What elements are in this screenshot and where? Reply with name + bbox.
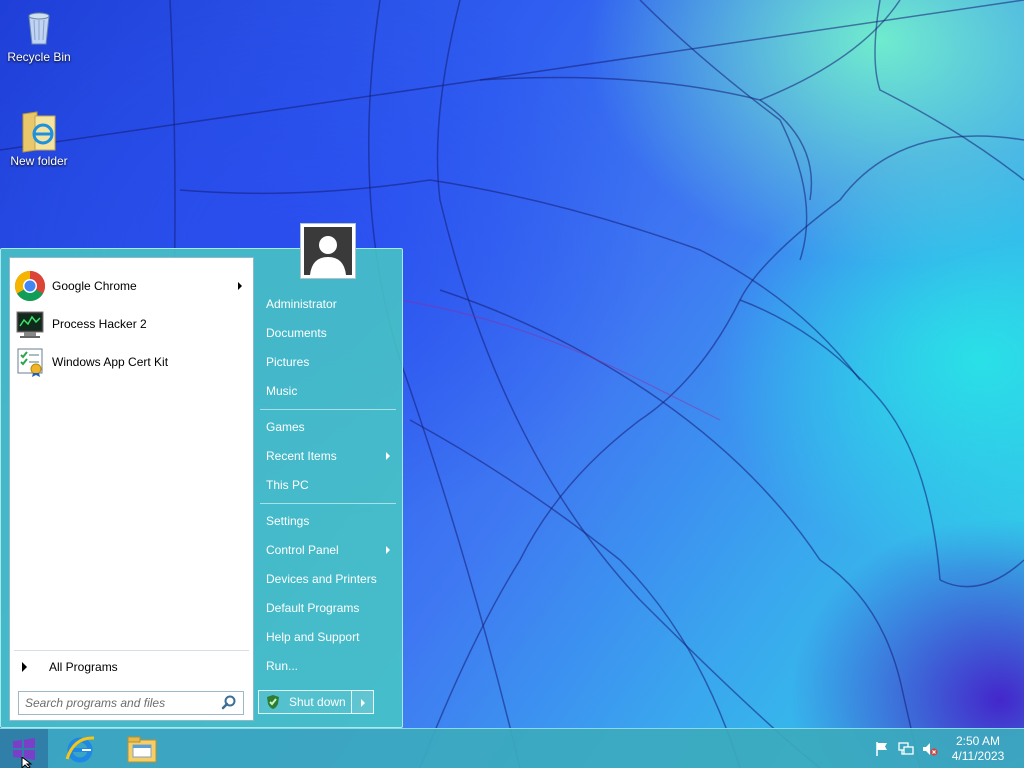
start-item-pictures[interactable]: Pictures — [266, 352, 396, 372]
clock-date: 4/11/2023 — [951, 749, 1005, 763]
start-item-label: Control Panel — [266, 543, 339, 557]
start-item-recent-items[interactable]: Recent Items — [266, 446, 396, 466]
submenu-arrow-icon — [386, 452, 390, 460]
shutdown-options-button[interactable] — [351, 690, 374, 714]
start-item-run[interactable]: Run... — [266, 656, 396, 676]
start-item-this-pc[interactable]: This PC — [266, 475, 396, 495]
program-windows-app-cert-kit[interactable]: Windows App Cert Kit — [14, 345, 250, 379]
submenu-arrow-icon — [386, 546, 390, 554]
all-programs-label: All Programs — [49, 660, 118, 674]
clock-time: 2:50 AM — [955, 734, 1001, 748]
divider — [14, 650, 249, 651]
process-hacker-icon — [14, 308, 46, 340]
search-input[interactable] — [19, 693, 219, 713]
divider — [260, 409, 396, 410]
desktop-icon-new-folder[interactable]: New folder — [1, 110, 77, 168]
user-avatar-icon — [304, 227, 352, 275]
taskbar-internet-explorer[interactable] — [54, 731, 110, 767]
start-item-label: Default Programs — [266, 601, 360, 615]
shield-icon — [265, 694, 281, 710]
start-item-label: Devices and Printers — [266, 572, 377, 586]
taskbar-clock[interactable]: 2:50 AM 4/11/2023 — [948, 734, 1008, 764]
submenu-arrow-icon — [238, 282, 242, 290]
desktop-icon-label: Recycle Bin — [7, 50, 71, 64]
program-label: Google Chrome — [52, 279, 137, 293]
shutdown-label: Shut down — [289, 695, 346, 709]
start-item-help-and-support[interactable]: Help and Support — [266, 627, 396, 647]
start-item-label: Run... — [266, 659, 299, 673]
desktop-icon-recycle-bin[interactable]: Recycle Bin — [1, 6, 77, 64]
start-item-label: Settings — [266, 514, 310, 528]
search-icon[interactable] — [219, 693, 239, 713]
start-item-administrator[interactable]: Administrator — [266, 294, 396, 314]
start-item-control-panel[interactable]: Control Panel — [266, 540, 396, 560]
start-item-label: Help and Support — [266, 630, 360, 644]
program-label: Process Hacker 2 — [52, 317, 147, 331]
search-box[interactable] — [18, 691, 244, 715]
start-item-label: This PC — [266, 478, 309, 492]
program-label: Windows App Cert Kit — [52, 355, 169, 369]
start-item-label: Recent Items — [266, 449, 337, 463]
internet-explorer-icon — [64, 733, 96, 765]
start-item-devices-and-printers[interactable]: Devices and Printers — [266, 569, 396, 589]
taskbar-file-explorer[interactable] — [114, 731, 170, 767]
program-google-chrome[interactable]: Google Chrome — [14, 269, 250, 303]
start-item-label: Documents — [266, 326, 327, 340]
app-cert-kit-icon — [14, 346, 46, 378]
expand-arrow-icon — [22, 662, 27, 672]
all-programs-button[interactable]: All Programs — [14, 656, 250, 678]
start-item-label: Music — [266, 384, 298, 398]
start-item-default-programs[interactable]: Default Programs — [266, 598, 396, 618]
start-item-label: Games — [266, 420, 305, 434]
start-item-games[interactable]: Games — [266, 417, 396, 437]
file-explorer-icon — [126, 734, 158, 764]
network-icon[interactable] — [898, 741, 914, 757]
start-item-label: Administrator — [266, 297, 337, 311]
programs-pane: Google Chrome Process Hacker 2 Windows A… — [9, 257, 254, 721]
start-item-documents[interactable]: Documents — [266, 323, 396, 343]
folder-icon — [19, 110, 59, 153]
start-item-music[interactable]: Music — [266, 381, 396, 401]
chrome-icon — [14, 270, 46, 302]
start-item-label: Pictures — [266, 355, 310, 369]
volume-muted-icon[interactable] — [922, 741, 938, 757]
user-account-picture[interactable] — [300, 223, 356, 279]
divider — [260, 503, 396, 504]
taskbar: 2:50 AM 4/11/2023 — [0, 728, 1024, 768]
desktop-icon-label: New folder — [10, 154, 68, 168]
recycle-bin-icon — [19, 6, 59, 46]
mouse-cursor-icon — [21, 757, 33, 768]
action-center-flag-icon[interactable] — [874, 741, 890, 757]
program-process-hacker-2[interactable]: Process Hacker 2 — [14, 307, 250, 341]
start-item-settings[interactable]: Settings — [266, 511, 396, 531]
